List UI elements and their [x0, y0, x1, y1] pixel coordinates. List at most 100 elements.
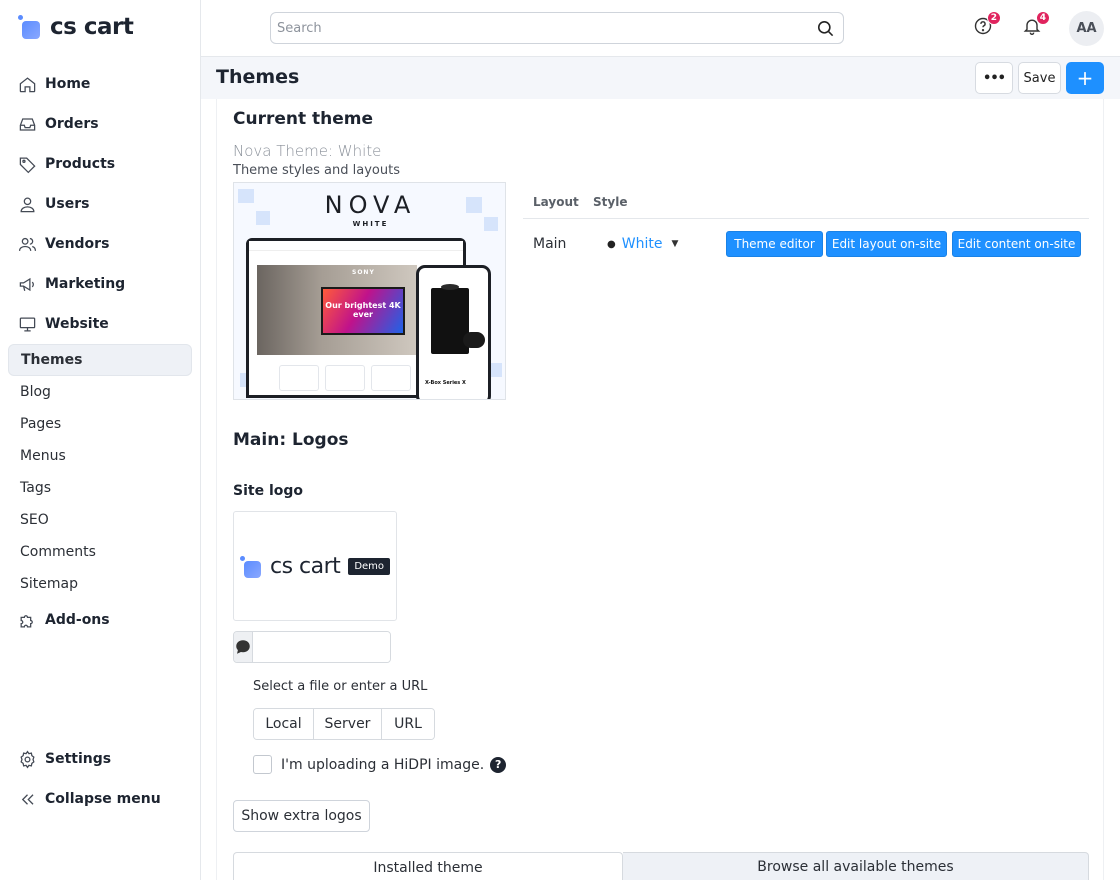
- column-layout: Layout: [533, 195, 579, 209]
- topbar: 2 4 AA: [201, 0, 1120, 57]
- cs-cart-logo-icon: [18, 15, 44, 39]
- help-button[interactable]: 2: [971, 11, 1001, 40]
- source-local-button[interactable]: Local: [254, 709, 314, 739]
- layouts-table: Layout Style Main ● White ▼ Theme editor…: [523, 195, 1089, 267]
- sidebar-item-addons[interactable]: Add-ons: [8, 600, 192, 640]
- site-logo-label: Site logo: [233, 483, 303, 499]
- sidebar-item-vendors[interactable]: Vendors: [8, 224, 192, 264]
- notifications-badge: 4: [1035, 11, 1050, 25]
- site-logo-preview: cs cart Demo: [233, 511, 397, 621]
- website-subnav: Themes Blog Pages Menus Tags SEO Comment…: [8, 344, 192, 600]
- edit-layout-button[interactable]: Edit layout on-site: [826, 231, 947, 257]
- speech-bubble-icon: [234, 632, 253, 662]
- sidebar-item-label: Add-ons: [45, 612, 110, 628]
- demo-tag: Demo: [348, 558, 391, 575]
- style-value: White: [621, 236, 663, 252]
- sidebar-item-label: Users: [45, 196, 90, 212]
- sidebar-item-label: Collapse menu: [45, 791, 161, 807]
- sidebar-item-website[interactable]: Website: [8, 304, 192, 344]
- theme-description: Theme styles and layouts: [233, 163, 400, 178]
- home-icon: [17, 74, 37, 94]
- sidebar-item-settings[interactable]: Settings: [8, 739, 192, 779]
- sidebar-item-marketing[interactable]: Marketing: [8, 264, 192, 304]
- sidebar-item-label: Home: [45, 76, 91, 92]
- sidebar-subitem-comments[interactable]: Comments: [8, 536, 192, 568]
- phone-product-name: X-Box Series X: [425, 380, 466, 386]
- user-icon: [17, 194, 37, 214]
- show-extra-logos-button[interactable]: Show extra logos: [233, 800, 370, 832]
- caret-down-icon: ▼: [671, 239, 679, 249]
- brand-name: cs cart: [50, 14, 134, 40]
- hidpi-label[interactable]: I'm uploading a HiDPI image.: [281, 757, 484, 773]
- sidebar-bottom: Settings Collapse menu: [8, 739, 192, 819]
- help-badge: 2: [986, 11, 1001, 25]
- monitor-icon: [17, 314, 37, 334]
- sidebar-subitem-tags[interactable]: Tags: [8, 472, 192, 504]
- sidebar-item-orders[interactable]: Orders: [8, 104, 192, 144]
- file-source-selector: Local Server URL: [253, 708, 435, 740]
- sidebar-subitem-pages[interactable]: Pages: [8, 408, 192, 440]
- style-dropdown[interactable]: ● White ▼: [607, 236, 678, 252]
- megaphone-icon: [17, 274, 37, 294]
- sidebar-item-label: Marketing: [45, 276, 126, 292]
- layout-name: Main: [533, 236, 567, 252]
- cs-cart-logo-icon: [240, 555, 264, 578]
- more-actions-button[interactable]: •••: [975, 62, 1013, 94]
- gear-icon: [17, 749, 37, 769]
- table-row: Main ● White ▼ Theme editor Edit layout …: [523, 219, 1089, 267]
- column-style: Style: [593, 195, 628, 209]
- sidebar-subitem-sitemap[interactable]: Sitemap: [8, 568, 192, 600]
- sidebar-subitem-blog[interactable]: Blog: [8, 376, 192, 408]
- phone-mockup: X-Box Series X: [416, 265, 491, 399]
- tab-installed-theme[interactable]: Installed theme: [233, 852, 623, 880]
- page-header: Themes ••• Save +: [201, 57, 1120, 99]
- select-file-label: Select a file or enter a URL: [253, 679, 428, 694]
- sidebar-subitem-seo[interactable]: SEO: [8, 504, 192, 536]
- add-button[interactable]: +: [1066, 62, 1104, 94]
- users-icon: [17, 234, 37, 254]
- puzzle-icon: [17, 610, 37, 630]
- alt-text-input[interactable]: [253, 632, 390, 662]
- brand-logo[interactable]: cs cart: [18, 14, 134, 40]
- sidebar-subitem-menus[interactable]: Menus: [8, 440, 192, 472]
- source-server-button[interactable]: Server: [314, 709, 382, 739]
- logos-heading: Main: Logos: [233, 430, 349, 450]
- hero-text: Our brightest 4K ever: [325, 301, 401, 319]
- tab-browse-themes[interactable]: Browse all available themes: [623, 852, 1089, 880]
- search-icon[interactable]: [807, 13, 843, 43]
- theme-name: Nova Theme: White: [233, 142, 382, 160]
- sidebar-item-home[interactable]: Home: [8, 64, 192, 104]
- page-title: Themes: [216, 66, 300, 88]
- sidebar-item-collapse[interactable]: Collapse menu: [8, 779, 192, 819]
- save-button[interactable]: Save: [1018, 62, 1061, 94]
- theme-preview-image: NOVA WHITE SONY Our brightest 4K ever X-…: [233, 182, 506, 400]
- sidebar-item-products[interactable]: Products: [8, 144, 192, 184]
- source-url-button[interactable]: URL: [382, 709, 434, 739]
- main-nav: Home Orders Products Users Vendors Marke…: [8, 64, 192, 640]
- logo-text: cs cart: [270, 554, 341, 579]
- sidebar-item-users[interactable]: Users: [8, 184, 192, 224]
- bullet-icon: ●: [607, 238, 616, 250]
- sidebar: cs cart Home Orders Products Users Vendo…: [0, 0, 201, 880]
- hidpi-checkbox[interactable]: [253, 755, 272, 774]
- table-header: Layout Style: [523, 195, 1089, 219]
- controller-image: [463, 332, 485, 348]
- tag-icon: [17, 154, 37, 174]
- sidebar-subitem-themes[interactable]: Themes: [8, 344, 192, 376]
- search-input[interactable]: [271, 13, 807, 43]
- nova-title: NOVA: [324, 191, 417, 219]
- sidebar-item-label: Products: [45, 156, 116, 172]
- question-icon[interactable]: ?: [490, 756, 507, 773]
- current-theme-heading: Current theme: [233, 109, 374, 129]
- sidebar-item-label: Website: [45, 316, 109, 332]
- logo-image: cs cart Demo: [240, 554, 391, 579]
- sidebar-item-label: Vendors: [45, 236, 110, 252]
- nova-subtitle: WHITE: [352, 220, 389, 228]
- theme-editor-button[interactable]: Theme editor: [726, 231, 823, 257]
- avatar[interactable]: AA: [1069, 11, 1104, 46]
- notifications-button[interactable]: 4: [1020, 11, 1050, 40]
- hidpi-option: I'm uploading a HiDPI image. ?: [253, 755, 507, 774]
- tv-brand: SONY: [352, 269, 375, 276]
- product-thumbs: [279, 365, 411, 391]
- edit-content-button[interactable]: Edit content on-site: [952, 231, 1081, 257]
